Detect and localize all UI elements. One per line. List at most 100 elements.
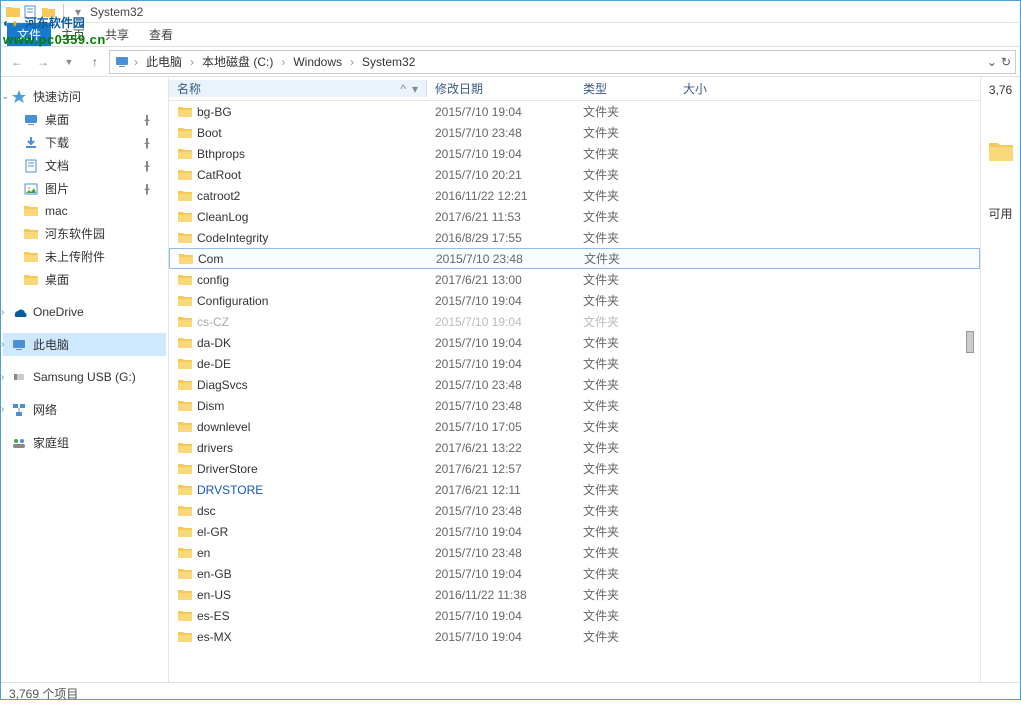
refresh-icon[interactable]: ↻ [1001, 55, 1011, 69]
onedrive-item[interactable]: › OneDrive [3, 301, 166, 323]
chevron-down-icon[interactable]: ▾ [70, 4, 86, 20]
tab-home[interactable]: 主页 [51, 23, 95, 46]
breadcrumb-system32[interactable]: System32 [358, 53, 419, 71]
dropdown-icon[interactable]: ⌄ [987, 55, 997, 69]
usb-label: Samsung USB (G:) [33, 370, 136, 384]
table-row[interactable]: CatRoot2015/7/10 20:21文件夹 [169, 164, 980, 185]
table-row[interactable]: CleanLog2017/6/21 11:53文件夹 [169, 206, 980, 227]
properties-icon[interactable] [23, 4, 39, 20]
pic-icon [23, 181, 39, 197]
pin-icon [140, 182, 154, 196]
folder-icon [177, 399, 193, 413]
file-date: 2015/7/10 19:04 [427, 294, 575, 308]
download-icon [23, 135, 39, 151]
new-folder-icon[interactable] [41, 4, 57, 20]
expand-icon[interactable]: › [1, 307, 4, 318]
folder-icon [23, 226, 39, 242]
sidebar-item[interactable]: 下载 [3, 131, 166, 154]
chevron-right-icon[interactable]: › [188, 55, 196, 69]
sidebar-item[interactable]: mac [3, 200, 166, 222]
tab-file[interactable]: 文件 [7, 23, 51, 46]
column-name[interactable]: 名称 ^ ▾ [169, 80, 427, 97]
address-bar: ← → ▼ ↑ › 此电脑 › 本地磁盘 (C:) › Windows › Sy… [1, 47, 1020, 77]
breadcrumb-windows[interactable]: Windows [289, 53, 346, 71]
sidebar-item[interactable]: 桌面 [3, 268, 166, 291]
table-row[interactable]: Dism2015/7/10 23:48文件夹 [169, 395, 980, 416]
table-row[interactable]: DiagSvcs2015/7/10 23:48文件夹 [169, 374, 980, 395]
table-row[interactable]: el-GR2015/7/10 19:04文件夹 [169, 521, 980, 542]
nav-up-icon[interactable]: ↑ [83, 50, 107, 74]
column-type[interactable]: 类型 [575, 80, 675, 97]
expand-icon[interactable]: › [1, 404, 4, 415]
table-row[interactable]: en-GB2015/7/10 19:04文件夹 [169, 563, 980, 584]
collapse-icon[interactable]: ⌄ [1, 91, 9, 102]
table-row[interactable]: drivers2017/6/21 13:22文件夹 [169, 437, 980, 458]
table-row[interactable]: es-ES2015/7/10 19:04文件夹 [169, 605, 980, 626]
chevron-right-icon[interactable]: › [132, 55, 140, 69]
table-row[interactable]: Com2015/7/10 23:48文件夹 [169, 248, 980, 269]
scrollbar-thumb[interactable] [966, 331, 974, 353]
nav-back-icon[interactable]: ← [5, 50, 29, 74]
table-row[interactable]: cs-CZ2015/7/10 19:04文件夹 [169, 311, 980, 332]
file-date: 2015/7/10 19:04 [427, 525, 575, 539]
table-row[interactable]: dsc2015/7/10 23:48文件夹 [169, 500, 980, 521]
folder-icon [177, 231, 193, 245]
column-size[interactable]: 大小 [675, 80, 735, 97]
file-list[interactable]: 名称 ^ ▾ 修改日期 类型 大小 bg-BG2015/7/10 19:04文件… [169, 77, 980, 682]
file-name: cs-CZ [197, 315, 229, 329]
table-row[interactable]: DriverStore2017/6/21 12:57文件夹 [169, 458, 980, 479]
breadcrumb-drive[interactable]: 本地磁盘 (C:) [198, 51, 277, 72]
table-row[interactable]: CodeIntegrity2016/8/29 17:55文件夹 [169, 227, 980, 248]
table-row[interactable]: catroot22016/11/22 12:21文件夹 [169, 185, 980, 206]
filter-icon[interactable]: ▾ [412, 82, 418, 96]
sidebar-item[interactable]: 未上传附件 [3, 245, 166, 268]
table-row[interactable]: es-MX2015/7/10 19:04文件夹 [169, 626, 980, 647]
usb-icon [11, 369, 27, 385]
sidebar-item[interactable]: 文档 [3, 154, 166, 177]
folder-icon [177, 420, 193, 434]
quick-access-header[interactable]: ⌄ 快速访问 [3, 85, 166, 108]
this-pc-item[interactable]: › 此电脑 [3, 333, 166, 356]
folder-icon [177, 588, 193, 602]
file-date: 2015/7/10 19:04 [427, 105, 575, 119]
tab-share[interactable]: 共享 [95, 23, 139, 46]
file-name: downlevel [197, 420, 250, 434]
file-type: 文件夹 [575, 124, 675, 141]
chevron-right-icon[interactable]: › [279, 55, 287, 69]
homegroup-icon [11, 435, 27, 451]
expand-icon[interactable]: › [1, 339, 4, 350]
pc-icon [11, 337, 27, 353]
table-row[interactable]: de-DE2015/7/10 19:04文件夹 [169, 353, 980, 374]
address-box[interactable]: › 此电脑 › 本地磁盘 (C:) › Windows › System32 ⌄… [109, 50, 1016, 74]
homegroup-item[interactable]: 家庭组 [3, 431, 166, 454]
table-row[interactable]: config2017/6/21 13:00文件夹 [169, 269, 980, 290]
preview-pane: 3,76 可用 [980, 77, 1020, 682]
expand-icon[interactable]: › [1, 372, 4, 383]
file-name: CleanLog [197, 210, 248, 224]
file-name: Configuration [197, 294, 268, 308]
chevron-right-icon[interactable]: › [348, 55, 356, 69]
file-name: en-GB [197, 567, 232, 581]
usb-drive-item[interactable]: › Samsung USB (G:) [3, 366, 166, 388]
file-date: 2016/11/22 12:21 [427, 189, 575, 203]
file-date: 2015/7/10 20:21 [427, 168, 575, 182]
column-date[interactable]: 修改日期 [427, 80, 575, 97]
table-row[interactable]: en-US2016/11/22 11:38文件夹 [169, 584, 980, 605]
sidebar-item[interactable]: 河东软件园 [3, 222, 166, 245]
table-row[interactable]: DRVSTORE2017/6/21 12:11文件夹 [169, 479, 980, 500]
breadcrumb-pc[interactable]: 此电脑 [142, 51, 186, 72]
table-row[interactable]: da-DK2015/7/10 19:04文件夹 [169, 332, 980, 353]
table-row[interactable]: Configuration2015/7/10 19:04文件夹 [169, 290, 980, 311]
network-item[interactable]: › 网络 [3, 398, 166, 421]
sidebar-item[interactable]: 桌面 [3, 108, 166, 131]
table-row[interactable]: Bthprops2015/7/10 19:04文件夹 [169, 143, 980, 164]
tab-view[interactable]: 查看 [139, 23, 183, 46]
nav-recent-icon[interactable]: ▼ [57, 50, 81, 74]
table-row[interactable]: downlevel2015/7/10 17:05文件夹 [169, 416, 980, 437]
sidebar-item[interactable]: 图片 [3, 177, 166, 200]
table-row[interactable]: Boot2015/7/10 23:48文件夹 [169, 122, 980, 143]
table-row[interactable]: bg-BG2015/7/10 19:04文件夹 [169, 101, 980, 122]
folder-icon [177, 462, 193, 476]
file-type: 文件夹 [575, 397, 675, 414]
table-row[interactable]: en2015/7/10 23:48文件夹 [169, 542, 980, 563]
